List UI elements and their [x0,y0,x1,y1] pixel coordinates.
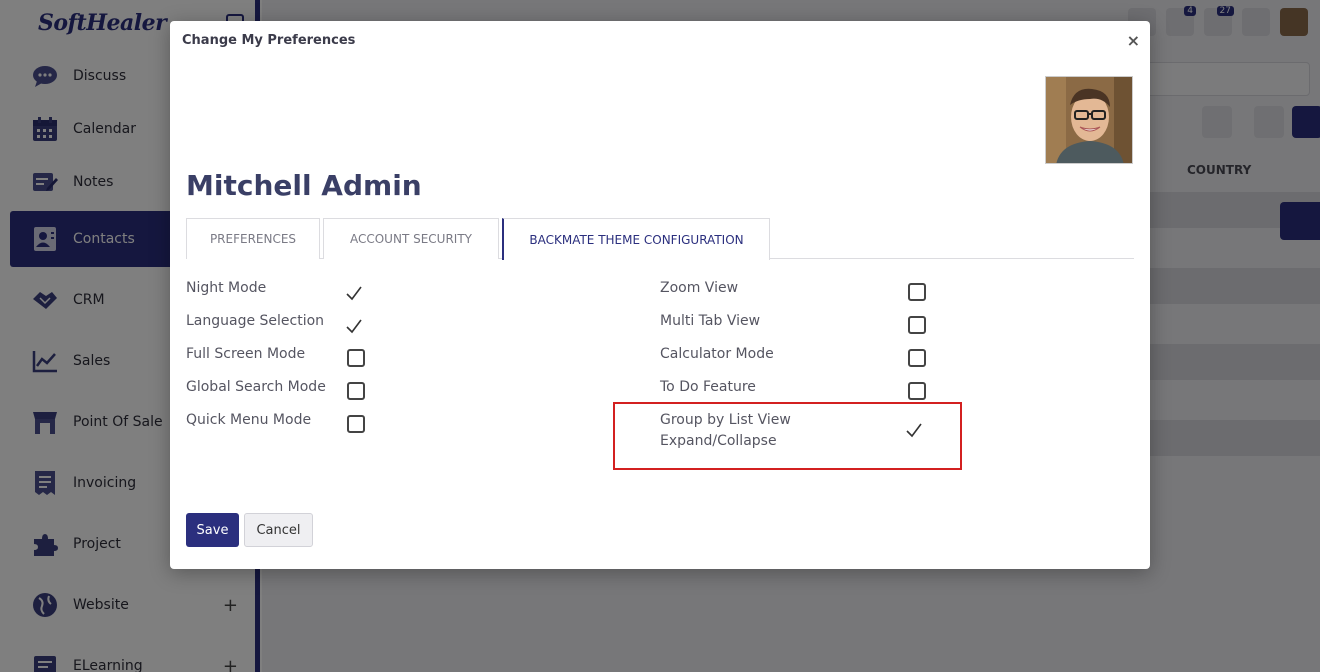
tab-account-security[interactable]: ACCOUNT SECURITY [323,218,499,259]
tab-backmate-theme-configuration[interactable]: BACKMATE THEME CONFIGURATION [502,218,770,260]
global-search-mode-checkbox[interactable] [347,382,365,400]
calculator-mode-checkbox[interactable] [908,349,926,367]
save-button[interactable]: Save [186,513,239,547]
multi-tab-view-checkbox[interactable] [908,316,926,334]
option-label-full-screen-mode: Full Screen Mode [186,346,306,362]
full-screen-mode-checkbox[interactable] [347,349,365,367]
quick-menu-mode-checkbox[interactable] [347,415,365,433]
close-icon[interactable]: × [1127,31,1140,50]
option-label-to-do-feature: To Do Feature [660,379,756,395]
cancel-button[interactable]: Cancel [244,513,313,547]
option-label-language-selection: Language Selection [186,313,325,329]
user-photo[interactable] [1045,76,1133,164]
option-label-zoom-view: Zoom View [660,280,739,296]
user-name: Mitchell Admin [186,169,422,202]
option-label-global-search-mode: Global Search Mode [186,379,326,395]
to-do-feature-checkbox[interactable] [908,382,926,400]
zoom-view-checkbox[interactable] [908,283,926,301]
checkmark-icon[interactable] [344,283,364,303]
tab-preferences[interactable]: PREFERENCES [186,218,320,259]
option-label-calculator-mode: Calculator Mode [660,346,774,362]
modal-title: Change My Preferences [182,33,356,48]
preferences-tabs: PREFERENCES ACCOUNT SECURITY BACKMATE TH… [186,218,1134,260]
option-label-night-mode: Night Mode [186,280,267,296]
checkmark-icon[interactable] [344,316,364,336]
highlight-annotation-box [613,402,962,470]
option-label-quick-menu-mode: Quick Menu Mode [186,412,312,428]
preferences-modal: Change My Preferences × Mitchell Admin P… [170,21,1150,569]
option-label-multi-tab-view: Multi Tab View [660,313,761,329]
